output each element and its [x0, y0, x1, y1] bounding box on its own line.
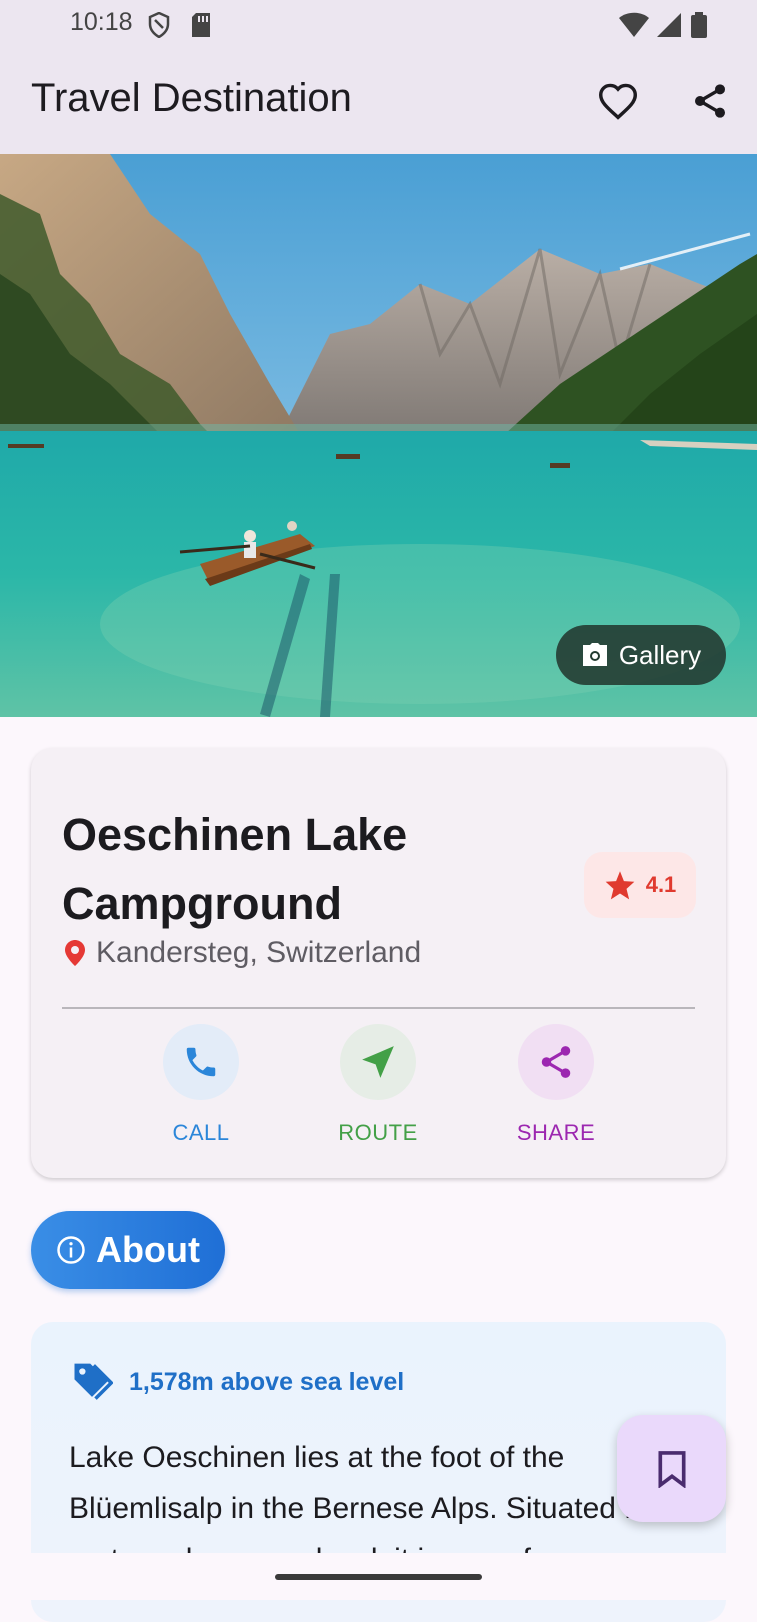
route-button[interactable]: ROUTE	[308, 1024, 448, 1146]
status-bar: 10:18	[0, 0, 757, 48]
sd-card-icon	[190, 12, 212, 43]
bookmark-button[interactable]	[617, 1415, 726, 1522]
rating-chip: 4.1	[584, 852, 696, 918]
page-title: Travel Destination	[31, 76, 352, 120]
wifi-icon	[619, 12, 649, 37]
shield-icon	[148, 11, 170, 43]
info-card: Oeschinen Lake Campground 4.1 Kandersteg…	[31, 748, 726, 1178]
location-pin-icon	[65, 940, 85, 966]
gallery-button[interactable]: Gallery	[556, 625, 726, 685]
share-action-button[interactable]: SHARE	[486, 1024, 626, 1146]
place-name: Oeschinen Lake Campground	[62, 809, 408, 929]
call-icon-circle	[163, 1024, 239, 1100]
about-label: About	[96, 1229, 200, 1270]
heart-outline-icon	[598, 83, 638, 120]
share-icon-circle	[518, 1024, 594, 1100]
info-icon	[57, 1236, 85, 1264]
camera-icon	[582, 643, 607, 666]
share-label: SHARE	[516, 1120, 596, 1145]
elevation-text: 1,578m above sea level	[129, 1367, 405, 1396]
call-label: CALL	[172, 1120, 230, 1145]
gallery-label: Gallery	[618, 639, 702, 670]
route-icon-circle	[340, 1024, 416, 1100]
share-icon	[541, 1046, 571, 1078]
status-time: 10:18	[70, 8, 133, 36]
divider	[62, 1007, 695, 1009]
bookmark-icon	[657, 1450, 686, 1488]
star-icon	[605, 871, 635, 900]
rating-value: 4.1	[645, 872, 677, 897]
signal-icon	[657, 13, 681, 37]
home-indicator[interactable]	[275, 1574, 482, 1580]
call-button[interactable]: CALL	[131, 1024, 271, 1146]
phone-icon	[186, 1047, 216, 1077]
favorite-button[interactable]	[589, 72, 647, 130]
app-bar: Travel Destination	[0, 48, 757, 154]
location-text: Kandersteg, Switzerland	[96, 936, 422, 969]
tag-icon	[74, 1363, 113, 1400]
status-icons	[619, 12, 707, 38]
route-label: ROUTE	[338, 1120, 418, 1145]
location-row: Kandersteg, Switzerland	[64, 936, 421, 970]
navigation-arrow-icon	[362, 1046, 394, 1078]
share-button[interactable]	[681, 72, 739, 130]
elevation-row: 1,578m above sea level	[71, 1360, 404, 1404]
share-icon	[695, 84, 725, 118]
about-tab[interactable]: About	[31, 1211, 225, 1289]
battery-icon	[691, 12, 707, 38]
